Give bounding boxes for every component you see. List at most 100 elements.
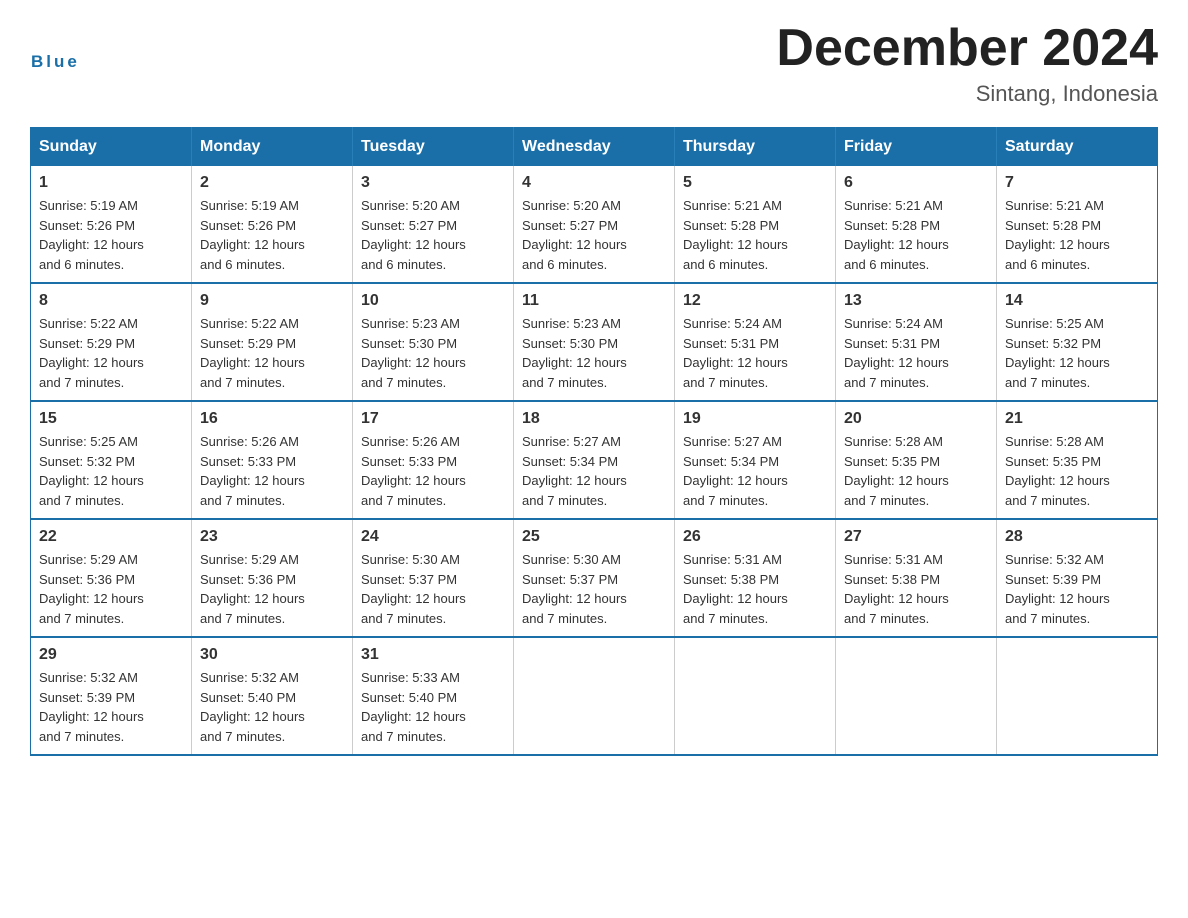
calendar-header-wednesday: Wednesday bbox=[514, 128, 675, 167]
page-title: December 2024 bbox=[776, 20, 1158, 77]
day-number: 23 bbox=[200, 528, 344, 546]
day-info: Sunrise: 5:24 AM Sunset: 5:31 PM Dayligh… bbox=[683, 314, 827, 392]
day-info: Sunrise: 5:27 AM Sunset: 5:34 PM Dayligh… bbox=[522, 432, 666, 510]
day-info: Sunrise: 5:25 AM Sunset: 5:32 PM Dayligh… bbox=[1005, 314, 1149, 392]
calendar-cell bbox=[675, 637, 836, 755]
day-info: Sunrise: 5:32 AM Sunset: 5:39 PM Dayligh… bbox=[39, 668, 183, 746]
page-subtitle: Sintang, Indonesia bbox=[776, 81, 1158, 107]
day-info: Sunrise: 5:20 AM Sunset: 5:27 PM Dayligh… bbox=[522, 196, 666, 274]
calendar-cell: 20 Sunrise: 5:28 AM Sunset: 5:35 PM Dayl… bbox=[836, 401, 997, 519]
calendar-cell: 8 Sunrise: 5:22 AM Sunset: 5:29 PM Dayli… bbox=[31, 283, 192, 401]
calendar-cell: 27 Sunrise: 5:31 AM Sunset: 5:38 PM Dayl… bbox=[836, 519, 997, 637]
calendar-cell: 15 Sunrise: 5:25 AM Sunset: 5:32 PM Dayl… bbox=[31, 401, 192, 519]
calendar-cell: 12 Sunrise: 5:24 AM Sunset: 5:31 PM Dayl… bbox=[675, 283, 836, 401]
day-info: Sunrise: 5:19 AM Sunset: 5:26 PM Dayligh… bbox=[200, 196, 344, 274]
day-number: 30 bbox=[200, 646, 344, 664]
calendar-cell: 13 Sunrise: 5:24 AM Sunset: 5:31 PM Dayl… bbox=[836, 283, 997, 401]
calendar-cell: 10 Sunrise: 5:23 AM Sunset: 5:30 PM Dayl… bbox=[353, 283, 514, 401]
day-info: Sunrise: 5:20 AM Sunset: 5:27 PM Dayligh… bbox=[361, 196, 505, 274]
calendar-week-row-5: 29 Sunrise: 5:32 AM Sunset: 5:39 PM Dayl… bbox=[31, 637, 1158, 755]
day-info: Sunrise: 5:31 AM Sunset: 5:38 PM Dayligh… bbox=[844, 550, 988, 628]
calendar-cell: 16 Sunrise: 5:26 AM Sunset: 5:33 PM Dayl… bbox=[192, 401, 353, 519]
calendar-cell: 21 Sunrise: 5:28 AM Sunset: 5:35 PM Dayl… bbox=[997, 401, 1158, 519]
day-number: 25 bbox=[522, 528, 666, 546]
calendar-week-row-3: 15 Sunrise: 5:25 AM Sunset: 5:32 PM Dayl… bbox=[31, 401, 1158, 519]
day-info: Sunrise: 5:26 AM Sunset: 5:33 PM Dayligh… bbox=[200, 432, 344, 510]
title-section: December 2024 Sintang, Indonesia bbox=[776, 20, 1158, 107]
day-number: 15 bbox=[39, 410, 183, 428]
day-info: Sunrise: 5:25 AM Sunset: 5:32 PM Dayligh… bbox=[39, 432, 183, 510]
day-info: Sunrise: 5:23 AM Sunset: 5:30 PM Dayligh… bbox=[522, 314, 666, 392]
calendar-cell: 3 Sunrise: 5:20 AM Sunset: 5:27 PM Dayli… bbox=[353, 166, 514, 283]
calendar-cell: 5 Sunrise: 5:21 AM Sunset: 5:28 PM Dayli… bbox=[675, 166, 836, 283]
day-info: Sunrise: 5:31 AM Sunset: 5:38 PM Dayligh… bbox=[683, 550, 827, 628]
day-number: 7 bbox=[1005, 174, 1149, 192]
calendar-cell: 26 Sunrise: 5:31 AM Sunset: 5:38 PM Dayl… bbox=[675, 519, 836, 637]
calendar-cell: 30 Sunrise: 5:32 AM Sunset: 5:40 PM Dayl… bbox=[192, 637, 353, 755]
calendar-cell: 22 Sunrise: 5:29 AM Sunset: 5:36 PM Dayl… bbox=[31, 519, 192, 637]
day-info: Sunrise: 5:26 AM Sunset: 5:33 PM Dayligh… bbox=[361, 432, 505, 510]
calendar-header-thursday: Thursday bbox=[675, 128, 836, 167]
calendar-week-row-4: 22 Sunrise: 5:29 AM Sunset: 5:36 PM Dayl… bbox=[31, 519, 1158, 637]
calendar-cell: 17 Sunrise: 5:26 AM Sunset: 5:33 PM Dayl… bbox=[353, 401, 514, 519]
calendar-cell: 19 Sunrise: 5:27 AM Sunset: 5:34 PM Dayl… bbox=[675, 401, 836, 519]
day-number: 13 bbox=[844, 292, 988, 310]
day-info: Sunrise: 5:32 AM Sunset: 5:40 PM Dayligh… bbox=[200, 668, 344, 746]
day-info: Sunrise: 5:29 AM Sunset: 5:36 PM Dayligh… bbox=[200, 550, 344, 628]
day-number: 20 bbox=[844, 410, 988, 428]
day-info: Sunrise: 5:19 AM Sunset: 5:26 PM Dayligh… bbox=[39, 196, 183, 274]
calendar-cell: 1 Sunrise: 5:19 AM Sunset: 5:26 PM Dayli… bbox=[31, 166, 192, 283]
calendar-header-monday: Monday bbox=[192, 128, 353, 167]
calendar-cell: 2 Sunrise: 5:19 AM Sunset: 5:26 PM Dayli… bbox=[192, 166, 353, 283]
calendar-header-tuesday: Tuesday bbox=[353, 128, 514, 167]
calendar-cell bbox=[997, 637, 1158, 755]
page-header: General Blue December 2024 Sintang, Indo… bbox=[30, 20, 1158, 107]
day-number: 2 bbox=[200, 174, 344, 192]
calendar-cell: 28 Sunrise: 5:32 AM Sunset: 5:39 PM Dayl… bbox=[997, 519, 1158, 637]
day-number: 26 bbox=[683, 528, 827, 546]
day-number: 8 bbox=[39, 292, 183, 310]
day-info: Sunrise: 5:28 AM Sunset: 5:35 PM Dayligh… bbox=[1005, 432, 1149, 510]
day-info: Sunrise: 5:29 AM Sunset: 5:36 PM Dayligh… bbox=[39, 550, 183, 628]
calendar-week-row-1: 1 Sunrise: 5:19 AM Sunset: 5:26 PM Dayli… bbox=[31, 166, 1158, 283]
day-info: Sunrise: 5:22 AM Sunset: 5:29 PM Dayligh… bbox=[200, 314, 344, 392]
day-number: 3 bbox=[361, 174, 505, 192]
calendar-header-sunday: Sunday bbox=[31, 128, 192, 167]
logo-blue-label: Blue bbox=[31, 52, 80, 72]
day-number: 29 bbox=[39, 646, 183, 664]
day-info: Sunrise: 5:32 AM Sunset: 5:39 PM Dayligh… bbox=[1005, 550, 1149, 628]
calendar-cell: 29 Sunrise: 5:32 AM Sunset: 5:39 PM Dayl… bbox=[31, 637, 192, 755]
calendar-cell: 25 Sunrise: 5:30 AM Sunset: 5:37 PM Dayl… bbox=[514, 519, 675, 637]
calendar-cell: 9 Sunrise: 5:22 AM Sunset: 5:29 PM Dayli… bbox=[192, 283, 353, 401]
day-info: Sunrise: 5:21 AM Sunset: 5:28 PM Dayligh… bbox=[1005, 196, 1149, 274]
day-number: 27 bbox=[844, 528, 988, 546]
day-number: 18 bbox=[522, 410, 666, 428]
calendar-cell: 4 Sunrise: 5:20 AM Sunset: 5:27 PM Dayli… bbox=[514, 166, 675, 283]
day-number: 6 bbox=[844, 174, 988, 192]
calendar-header-saturday: Saturday bbox=[997, 128, 1158, 167]
day-info: Sunrise: 5:23 AM Sunset: 5:30 PM Dayligh… bbox=[361, 314, 505, 392]
calendar-cell: 7 Sunrise: 5:21 AM Sunset: 5:28 PM Dayli… bbox=[997, 166, 1158, 283]
calendar-cell: 14 Sunrise: 5:25 AM Sunset: 5:32 PM Dayl… bbox=[997, 283, 1158, 401]
day-number: 1 bbox=[39, 174, 183, 192]
day-number: 17 bbox=[361, 410, 505, 428]
day-info: Sunrise: 5:21 AM Sunset: 5:28 PM Dayligh… bbox=[844, 196, 988, 274]
day-info: Sunrise: 5:30 AM Sunset: 5:37 PM Dayligh… bbox=[522, 550, 666, 628]
day-number: 14 bbox=[1005, 292, 1149, 310]
day-info: Sunrise: 5:30 AM Sunset: 5:37 PM Dayligh… bbox=[361, 550, 505, 628]
calendar-cell bbox=[514, 637, 675, 755]
day-info: Sunrise: 5:27 AM Sunset: 5:34 PM Dayligh… bbox=[683, 432, 827, 510]
calendar-header-friday: Friday bbox=[836, 128, 997, 167]
calendar-week-row-2: 8 Sunrise: 5:22 AM Sunset: 5:29 PM Dayli… bbox=[31, 283, 1158, 401]
day-number: 16 bbox=[200, 410, 344, 428]
day-number: 28 bbox=[1005, 528, 1149, 546]
day-number: 10 bbox=[361, 292, 505, 310]
calendar-cell: 6 Sunrise: 5:21 AM Sunset: 5:28 PM Dayli… bbox=[836, 166, 997, 283]
day-number: 31 bbox=[361, 646, 505, 664]
calendar-cell: 24 Sunrise: 5:30 AM Sunset: 5:37 PM Dayl… bbox=[353, 519, 514, 637]
day-number: 12 bbox=[683, 292, 827, 310]
calendar-cell bbox=[836, 637, 997, 755]
day-info: Sunrise: 5:22 AM Sunset: 5:29 PM Dayligh… bbox=[39, 314, 183, 392]
day-number: 9 bbox=[200, 292, 344, 310]
day-number: 5 bbox=[683, 174, 827, 192]
